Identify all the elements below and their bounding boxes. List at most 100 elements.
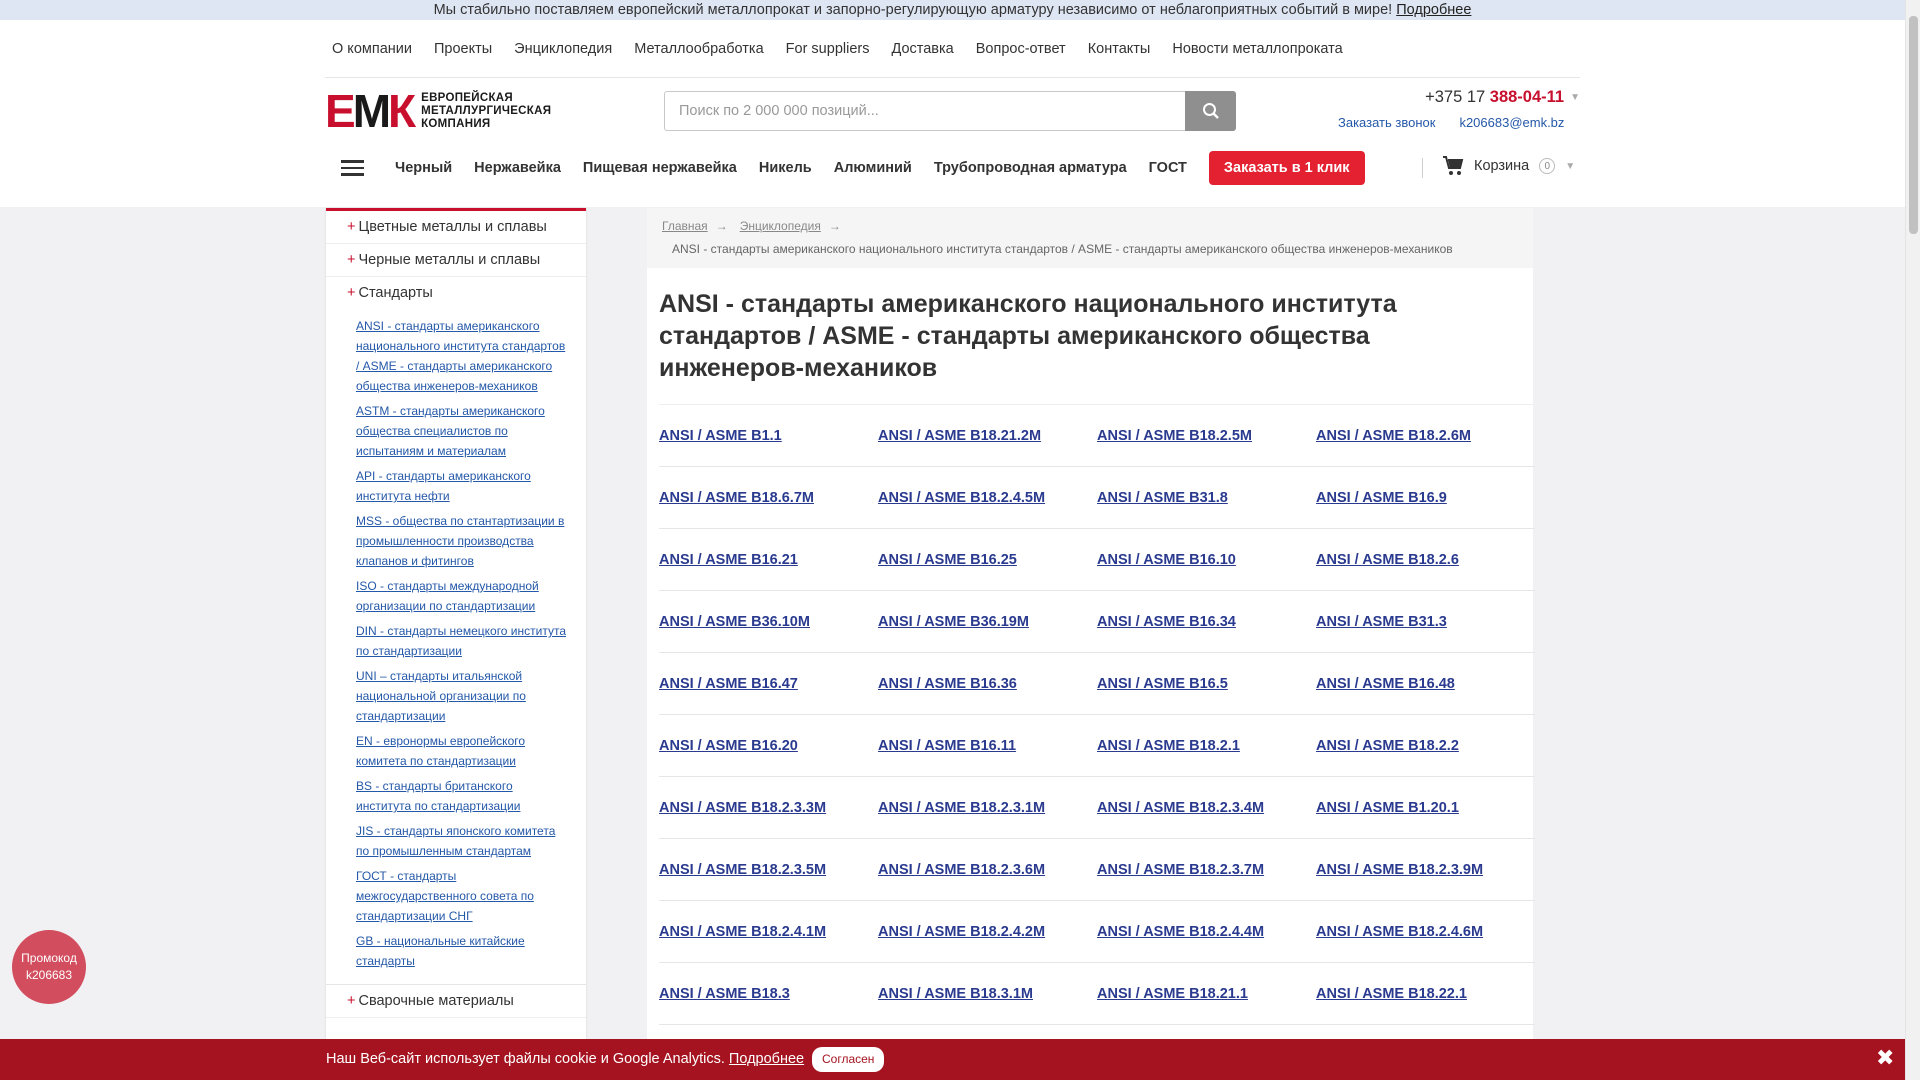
standard-link[interactable]: ANSI / ASME B16.20 (659, 738, 878, 754)
callback-link[interactable]: Заказать звонок (1338, 115, 1435, 130)
standard-link[interactable]: ANSI / ASME B1.20.1 (1316, 800, 1535, 816)
breadcrumb-encyclopedia[interactable]: Энциклопедия (740, 219, 821, 233)
standard-link[interactable]: ANSI / ASME B36.10M (659, 614, 878, 630)
standard-link[interactable]: ANSI / ASME B18.2.3.6M (878, 862, 1097, 878)
standard-link[interactable]: ANSI / ASME B18.3.1M (878, 986, 1097, 1002)
sidebar-link-mss[interactable]: MSS - общества по стантартизации в промы… (356, 511, 570, 571)
standard-link[interactable]: ANSI / ASME B18.2.2 (1316, 738, 1535, 754)
standard-link[interactable]: ANSI / ASME B16.11 (878, 738, 1097, 754)
category-aluminium[interactable]: Алюминий (834, 160, 912, 176)
cookie-more-link[interactable]: Подробнее (729, 1051, 804, 1067)
standard-link[interactable]: ANSI / ASME B18.2.4.6M (1316, 924, 1535, 940)
standard-link[interactable]: ANSI / ASME B18.2.3.3M (659, 800, 878, 816)
standard-link[interactable]: ANSI / ASME B18.3 (659, 986, 878, 1002)
sidebar-link-en[interactable]: EN - евронормы европейского комитета по … (356, 731, 570, 771)
sidebar-link-gb[interactable]: GB - национальные китайские стандарты (356, 931, 570, 971)
cookie-accept-button[interactable]: Согласен (812, 1047, 885, 1072)
breadcrumb-home[interactable]: Главная (662, 219, 708, 233)
top-menu-about[interactable]: О компании (332, 41, 412, 57)
standard-link[interactable]: ANSI / ASME B18.2.3.9M (1316, 862, 1535, 878)
category-nickel[interactable]: Никель (759, 160, 812, 176)
category-food-stainless[interactable]: Пищевая нержавейка (583, 160, 737, 176)
standard-link[interactable]: ANSI / ASME B18.2.4.1M (659, 924, 878, 940)
standard-link[interactable]: ANSI / ASME B16.25 (878, 552, 1097, 568)
sidebar-link-bs[interactable]: BS - стандарты британского института по … (356, 776, 570, 816)
search-input[interactable] (664, 91, 1185, 131)
standard-link[interactable]: ANSI / ASME B31.3 (1316, 614, 1535, 630)
scrollbar-thumb[interactable] (1909, 16, 1918, 234)
email-link[interactable]: k206683@emk.bz (1459, 115, 1564, 130)
top-menu-projects[interactable]: Проекты (434, 41, 492, 57)
cart-label: Корзина (1474, 158, 1530, 174)
standard-link[interactable]: ANSI / ASME B18.2.5M (1097, 428, 1316, 444)
standard-link[interactable]: ANSI / ASME B36.19M (878, 614, 1097, 630)
sidebar-link-uni[interactable]: UNI – стандарты итальянской национальной… (356, 666, 570, 726)
sidebar-link-api[interactable]: API - стандарты американского института … (356, 466, 570, 506)
top-menu-metalworking[interactable]: Металлообработка (634, 41, 763, 57)
standard-link[interactable]: ANSI / ASME B18.2.4.5M (878, 490, 1097, 506)
standard-link[interactable]: ANSI / ASME B16.5 (1097, 676, 1316, 692)
category-gost[interactable]: ГОСТ (1149, 160, 1187, 176)
standard-link[interactable]: ANSI / ASME B1.1 (659, 428, 878, 444)
sidebar-link-iso[interactable]: ISO - стандарты международной организаци… (356, 576, 570, 616)
category-pipeline-valves[interactable]: Трубопроводная арматура (934, 160, 1127, 176)
standard-link[interactable]: ANSI / ASME B18.2.3.7M (1097, 862, 1316, 878)
promo-code-badge[interactable]: Промокод k206683 (12, 930, 86, 1004)
cart-button[interactable]: Корзина 0 ▼ (1442, 156, 1575, 176)
standard-link[interactable]: ANSI / ASME B18.2.3.4M (1097, 800, 1316, 816)
sidebar-link-gost[interactable]: ГОСТ - стандарты межгосударственного сов… (356, 866, 570, 926)
standard-link[interactable]: ANSI / ASME B16.34 (1097, 614, 1316, 630)
standard-link[interactable]: ANSI / ASME B18.2.3.1M (878, 800, 1097, 816)
top-menu-encyclopedia[interactable]: Энциклопедия (514, 41, 612, 57)
standard-link[interactable]: ANSI / ASME B18.21.1 (1097, 986, 1316, 1002)
close-icon[interactable]: ✖ (1876, 1046, 1894, 1070)
chevron-down-icon[interactable]: ▼ (1570, 92, 1580, 103)
top-menu-contacts[interactable]: Контакты (1088, 41, 1151, 57)
standard-link[interactable]: ANSI / ASME B18.2.1 (1097, 738, 1316, 754)
standard-link[interactable]: ANSI / ASME B18.2.4.2M (878, 924, 1097, 940)
standard-link[interactable]: ANSI / ASME B18.2.3.5M (659, 862, 878, 878)
cookie-text: Наш Веб-сайт использует файлы cookie и G… (326, 1051, 725, 1067)
one-click-order-button[interactable]: Заказать в 1 клик (1208, 151, 1365, 185)
sidebar-item-nonferrous[interactable]: + Цветные металлы и сплавы (326, 211, 586, 244)
sidebar-item-ferrous[interactable]: + Черные металлы и сплавы (326, 244, 586, 277)
breadcrumb-current: ANSI - стандарты американского националь… (672, 242, 1453, 256)
top-menu-delivery[interactable]: Доставка (891, 41, 953, 57)
standards-row: ANSI / ASME B16.47 ANSI / ASME B16.36 ANSI… (659, 653, 1535, 715)
standards-row: ANSI / ASME B36.10M ANSI / ASME B36.19M AN… (659, 591, 1535, 653)
breadcrumb-arrow: → (715, 219, 728, 233)
cart-divider (1422, 158, 1423, 178)
top-menu-news[interactable]: Новости металлопроката (1172, 41, 1342, 57)
standard-link[interactable]: ANSI / ASME B16.21 (659, 552, 878, 568)
company-logo[interactable]: ЕМК ЕВРОПЕЙСКАЯ МЕТАЛЛУРГИЧЕСКАЯ КОМПАНИ… (325, 88, 570, 134)
standard-link[interactable]: ANSI / ASME B16.10 (1097, 552, 1316, 568)
standards-row: ANSI / ASME B18.3 ANSI / ASME B18.3.1M ANS… (659, 963, 1535, 1025)
phone-number[interactable]: +375 17 388-04-11 ▼ (1425, 88, 1580, 107)
category-stainless[interactable]: Нержавейка (474, 160, 561, 176)
standard-link[interactable]: ANSI / ASME B31.8 (1097, 490, 1316, 506)
category-black-metals[interactable]: Черный (395, 160, 452, 176)
standard-link[interactable]: ANSI / ASME B16.9 (1316, 490, 1535, 506)
standard-link[interactable]: ANSI / ASME B16.47 (659, 676, 878, 692)
sidebar-link-jis[interactable]: JIS - стандарты японского комитета по пр… (356, 821, 570, 861)
standard-link[interactable]: ANSI / ASME B16.48 (1316, 676, 1535, 692)
top-menu-suppliers[interactable]: For suppliers (786, 41, 870, 57)
page-scrollbar[interactable] (1905, 0, 1920, 1080)
standard-link[interactable]: ANSI / ASME B18.2.6 (1316, 552, 1535, 568)
sidebar-link-astm[interactable]: ASTM - стандарты американского общества … (356, 401, 570, 461)
sidebar-item-standards[interactable]: + Стандарты (326, 277, 586, 310)
standard-link[interactable]: ANSI / ASME B16.36 (878, 676, 1097, 692)
top-menu-faq[interactable]: Вопрос-ответ (976, 41, 1066, 57)
sidebar-link-ansi[interactable]: ANSI - стандарты американского националь… (356, 316, 570, 396)
standard-link[interactable]: ANSI / ASME B18.2.4.4M (1097, 924, 1316, 940)
search-button[interactable] (1185, 91, 1236, 131)
standard-link[interactable]: ANSI / ASME B18.2.6M (1316, 428, 1535, 444)
standard-link[interactable]: ANSI / ASME B18.6.7M (659, 490, 878, 506)
menu-burger-icon[interactable] (325, 150, 379, 186)
chevron-down-icon[interactable]: ▼ (1565, 161, 1575, 172)
sidebar-link-din[interactable]: DIN - стандарты немецкого института по с… (356, 621, 570, 661)
sidebar-item-welding[interactable]: + Сварочные материалы (326, 985, 586, 1018)
standard-link[interactable]: ANSI / ASME B18.22.1 (1316, 986, 1535, 1002)
announcement-more-link[interactable]: Подробнее (1396, 2, 1471, 18)
standard-link[interactable]: ANSI / ASME B18.21.2M (878, 428, 1097, 444)
